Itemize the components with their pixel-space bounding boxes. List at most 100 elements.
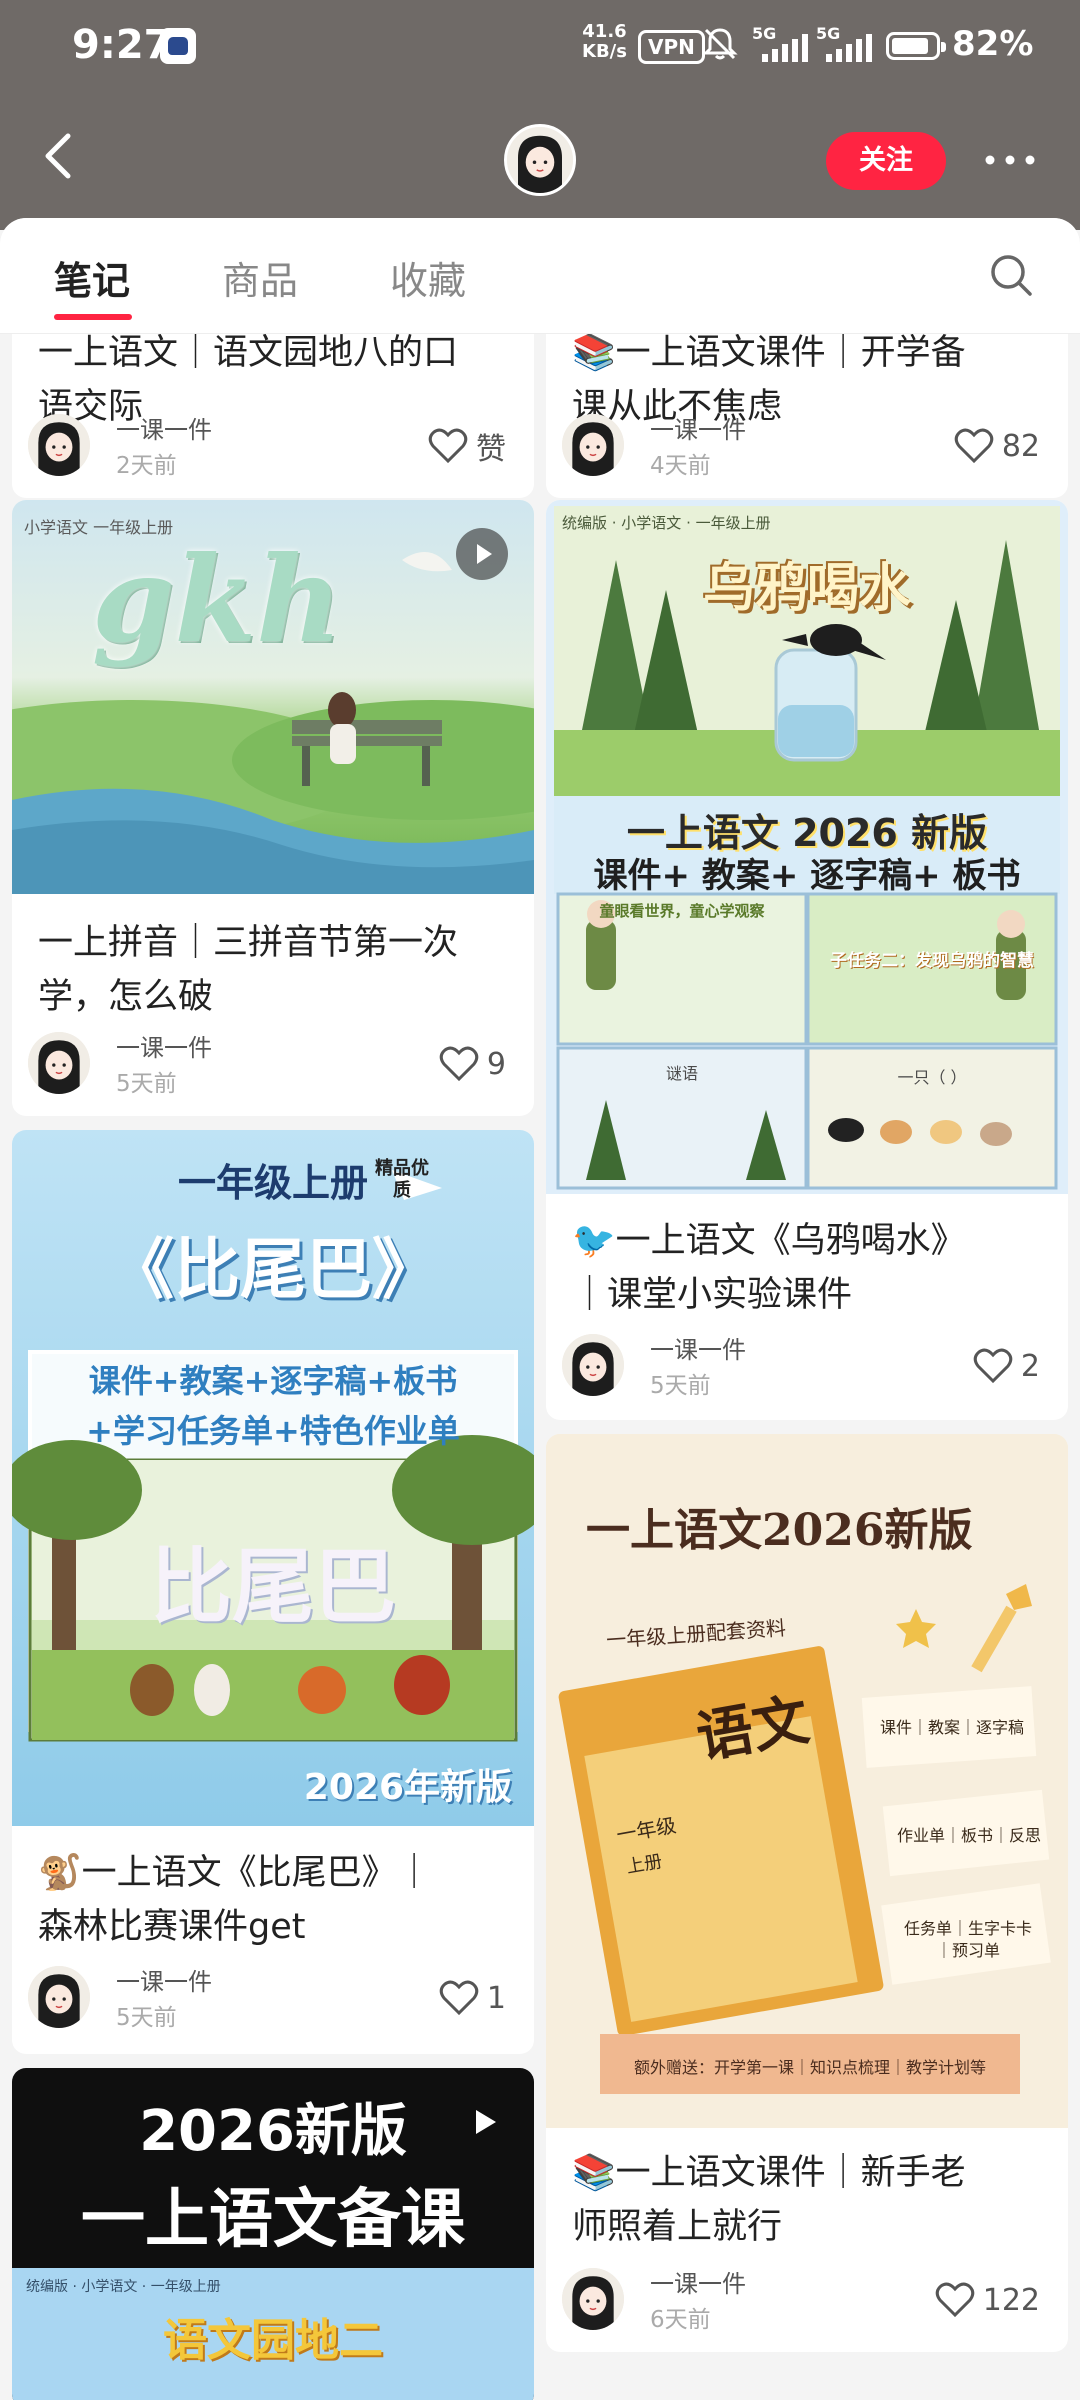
post-date: 5天前 [116,1071,177,1097]
heart-icon [973,1348,1013,1384]
cover-line1: 2026新版 [139,2099,407,2164]
tab-notes[interactable]: 笔记 [54,250,130,305]
note-cover-image: 一上语文2026新版 一年级上册配套资料 语文 一年级 上册 课件｜教案｜逐字稿… [546,1434,1068,2128]
author-avatar[interactable] [562,414,624,476]
heart-icon [935,2282,974,2318]
cover-band2: 课件+ 教案+ 逐字稿+ 板书 [593,856,1021,896]
author-avatar[interactable] [28,414,90,476]
note-meta: 一课一件 2天前 赞 [28,410,518,480]
note-card[interactable]: 2026新版 一上语文备课 统编版 · 小学语文 · 一年级上册 语文园地二 [12,2068,534,2400]
cover-note1: 课件｜教案｜逐字稿 [879,1718,1024,1737]
cover-title: gkh [92,530,343,669]
like-button[interactable]: 9 [439,1044,506,1084]
note-meta: 一课一件 4天前 82 [562,410,1052,480]
cover-header: 统编版 · 小学语文 · 一年级上册 [562,514,771,532]
follow-button[interactable]: 关注 [826,132,946,190]
cover-title: 乌鸦喝水 [702,559,911,619]
more-dots-icon [985,155,1035,165]
search-button[interactable] [988,252,1034,298]
author-avatar[interactable] [28,1966,90,2028]
cover-title: 一上语文2026新版 [586,1505,973,1556]
note-meta: 一课一件 5天前 2 [562,1330,1052,1400]
like-button[interactable]: 1 [439,1978,506,2018]
author-name[interactable]: 一课一件 [650,2264,746,2299]
cover-bottom: 额外赠送：开学第一课｜知识点梳理｜教学计划等 [633,2058,986,2077]
like-count: 2 [1020,1348,1040,1384]
tab-products[interactable]: 商品 [222,250,298,305]
tab-bar: 笔记 商品 收藏 [0,218,1080,334]
content-panel: 笔记 商品 收藏 一上语文｜语文园地八的口 语交际 一课一件 2天前 赞 📚一上… [0,218,1080,2400]
heart-icon [439,1046,479,1082]
author-name[interactable]: 一课一件 [116,1028,212,1063]
author-avatar[interactable] [28,1032,90,1094]
profile-header: 9:27 41.6 KB/s VPN 5G 5G 82% 关注 [0,0,1080,230]
signal-icon-1: 5G [752,24,818,62]
note-title: 📚一上语文课件｜新手老 师照着上就行 [572,2153,966,2247]
note-cover-image: 小学语文 一年级上册 gkh [12,500,534,894]
post-date: 5天前 [116,2005,177,2031]
cover-badge: 精品优质 [375,1158,429,1201]
author-name[interactable]: 一课一件 [116,410,212,445]
note-cover-image: 一年级上册 精品优质 《比尾巴》 课件+教案+逐字稿+板书 +学习任务单+特色作… [12,1130,534,1826]
post-date: 5天前 [650,1373,711,1399]
note-card[interactable]: 一上语文2026新版 一年级上册配套资料 语文 一年级 上册 课件｜教案｜逐字稿… [546,1434,1068,2352]
cover-header: 统编版 · 小学语文 · 一年级上册 [26,2279,221,2295]
status-time: 9:27 [72,22,172,68]
cover-panel4: 一只（ ） [897,1068,967,1087]
more-options-button[interactable] [980,140,1040,180]
note-title: 🐒一上语文《比尾巴》｜ 森林比赛课件get [38,1853,432,1947]
like-button[interactable]: 2 [973,1346,1040,1386]
mute-icon [700,24,740,73]
profile-avatar[interactable] [504,124,576,196]
cover-panel3: 谜语 [665,1064,698,1083]
heart-icon [439,1980,479,2016]
author-name[interactable]: 一课一件 [650,1330,746,1365]
like-count: 赞 [476,432,506,467]
author-avatar[interactable] [562,1334,624,1396]
note-card[interactable]: 一年级上册 精品优质 《比尾巴》 课件+教案+逐字稿+板书 +学习任务单+特色作… [12,1130,534,2054]
note-cover-image: 统编版 · 小学语文 · 一年级上册 乌鸦喝水 一上语文 2026 新版 课件+… [546,500,1068,1194]
note-card[interactable]: 一上语文｜语文园地八的口 语交际 一课一件 2天前 赞 [12,334,534,498]
like-count: 82 [1001,428,1040,464]
active-tab-indicator [54,314,132,320]
note-title: 一上拼音｜三拼音节第一次 学，怎么破 [38,923,459,1017]
author-avatar[interactable] [562,2268,624,2330]
cover-scene-text: 比尾巴 [149,1540,396,1635]
like-count: 122 [982,2282,1040,2318]
cover-panel2: 子任务二：发现乌鸦的智慧 [830,951,1034,971]
note-title: 🐦一上语文《乌鸦喝水》 ｜课堂小实验课件 [572,1221,966,1315]
cover-line2: +学习任务单+特色作业单 [86,1412,460,1450]
author-name[interactable]: 一课一件 [116,1962,212,1997]
cover-title: 语文园地二 [163,2315,383,2366]
network-speed: 41.6 KB/s [582,21,627,62]
cover-note2: 作业单｜板书｜反思 [896,1826,1041,1845]
signal-icon-2: 5G [816,24,882,62]
note-card[interactable]: 小学语文 一年级上册 gkh 一上拼音｜三拼音节第一次 学，怎么破 一课一件 5… [12,500,534,1116]
chevron-left-icon [45,133,71,179]
tab-favorites[interactable]: 收藏 [390,250,466,305]
cover-line1: 课件+教案+逐字稿+板书 [88,1362,458,1400]
note-cover-image: 2026新版 一上语文备课 统编版 · 小学语文 · 一年级上册 语文园地二 [12,2068,534,2400]
app-notification-icon [160,28,196,64]
post-date: 6天前 [650,2307,711,2333]
cover-year: 2026年新版 [303,1767,512,1808]
cover-top: 一年级上册 [177,1161,368,1205]
note-card[interactable]: 统编版 · 小学语文 · 一年级上册 乌鸦喝水 一上语文 2026 新版 课件+… [546,500,1068,1420]
like-count: 9 [486,1046,506,1082]
cover-line2: 一上语文备课 [81,2183,465,2257]
note-meta: 一课一件 6天前 122 [562,2264,1052,2334]
like-button[interactable]: 82 [954,426,1040,466]
note-meta: 一课一件 5天前 9 [28,1028,518,1098]
post-date: 2天前 [116,453,177,479]
back-button[interactable] [38,128,86,184]
status-bar: 9:27 41.6 KB/s VPN 5G 5G 82% [0,0,1080,100]
heart-icon [954,428,994,464]
note-card[interactable]: 📚一上语文课件｜开学备 课从此不焦虑 一课一件 4天前 82 [546,334,1068,498]
cover-note3: 任务单｜生字卡卡｜预习单 [903,1919,1032,1960]
like-button[interactable]: 122 [935,2280,1040,2320]
note-meta: 一课一件 5天前 1 [28,1962,518,2032]
like-button[interactable]: 赞 [428,426,506,467]
like-count: 1 [486,1980,506,2016]
author-name[interactable]: 一课一件 [650,410,746,445]
search-icon [991,255,1032,296]
